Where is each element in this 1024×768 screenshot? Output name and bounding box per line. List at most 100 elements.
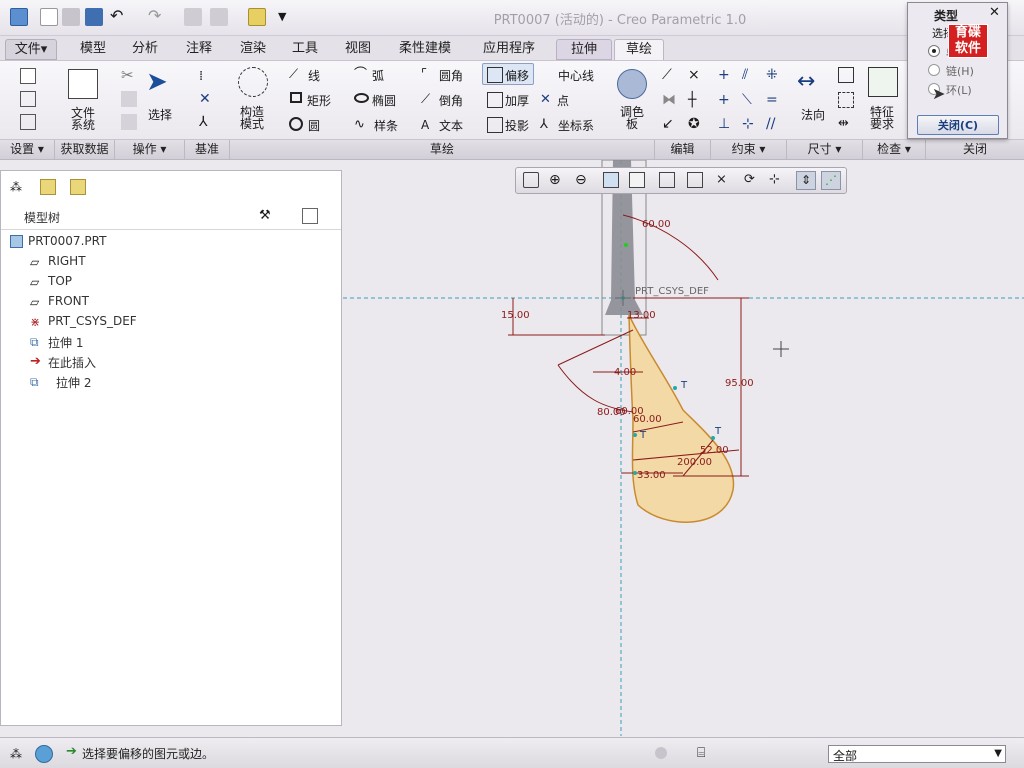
chamfer-icon[interactable]: ⟋ xyxy=(421,92,437,108)
save-icon[interactable] xyxy=(85,8,103,26)
tree-item-insert-here[interactable]: 在此插入 xyxy=(48,354,96,371)
vertical-constraint-icon[interactable]: + xyxy=(718,67,734,83)
project-button[interactable]: 投影 xyxy=(505,117,529,134)
equal-constraint-icon[interactable]: = xyxy=(766,92,782,108)
tab-sketch[interactable]: 草绘 xyxy=(614,39,664,60)
chamfer-button[interactable]: 倒角 xyxy=(439,92,463,109)
dialog-close-icon[interactable]: ✕ xyxy=(989,6,1000,19)
text-icon[interactable]: A xyxy=(421,117,437,133)
tree-item-top[interactable]: TOP xyxy=(48,274,72,288)
normal-dimension-icon[interactable]: ↔ xyxy=(797,67,827,97)
copy-icon[interactable] xyxy=(121,91,137,107)
view-manager-icon[interactable] xyxy=(687,172,703,188)
baseline-icon[interactable]: ⇹ xyxy=(838,116,854,132)
display-style-icon[interactable] xyxy=(629,172,645,188)
group-inspect[interactable]: 检查 ▾ xyxy=(863,140,926,160)
normal-dimension-button[interactable]: 法向 xyxy=(801,106,825,123)
datum-display-icon[interactable]: ⨯ xyxy=(716,172,732,188)
line-button[interactable]: 线 xyxy=(308,67,320,84)
thicken-icon[interactable] xyxy=(487,92,503,108)
divide-icon[interactable]: ┼ xyxy=(688,92,704,108)
tangent-constraint-icon[interactable]: ⫽ xyxy=(742,67,758,83)
csys-datum-icon[interactable]: ⅄ xyxy=(199,114,215,130)
radio-chain-label[interactable]: 链(H) xyxy=(946,63,974,79)
feature-requirements-button[interactable]: 特征 要求 xyxy=(870,106,894,130)
tree-item-part[interactable]: PRT0007.PRT xyxy=(28,234,106,248)
symmetric-constraint-icon[interactable]: ⁜ xyxy=(766,67,782,83)
tree-item-extrude-1[interactable]: 拉伸 1 xyxy=(48,334,83,351)
rotate-resize-icon[interactable]: ✪ xyxy=(688,116,704,132)
point-datum-icon[interactable]: ✕ xyxy=(199,91,215,107)
tree-item-right[interactable]: RIGHT xyxy=(48,254,86,268)
centerline-datum-icon[interactable]: ⁞ xyxy=(199,69,215,85)
select-arrow-icon[interactable]: ➤ xyxy=(146,67,176,97)
group-operations[interactable]: 操作 ▾ xyxy=(115,140,185,160)
annotation-display-icon[interactable]: ⊹ xyxy=(769,172,785,188)
favorites-tab-icon[interactable] xyxy=(70,179,86,195)
tree-item-front[interactable]: FRONT xyxy=(48,294,89,308)
tab-view[interactable]: 视图 xyxy=(335,39,381,60)
group-setup[interactable]: 设置 ▾ xyxy=(0,140,55,160)
palette-icon[interactable] xyxy=(617,69,647,99)
horizontal-constraint-icon[interactable]: + xyxy=(718,92,734,108)
model-tree-toggle-icon[interactable]: ⁂ xyxy=(10,746,26,762)
coordinate-system-button[interactable]: 坐标系 xyxy=(558,117,594,134)
tree-item-extrude-2[interactable]: 拉伸 2 xyxy=(56,374,91,391)
reference-dim-icon[interactable] xyxy=(838,92,854,108)
sketch-setup-icon[interactable] xyxy=(20,68,36,84)
zoom-out-icon[interactable]: ⊖ xyxy=(575,172,591,188)
delete-segment-icon[interactable]: ⨯ xyxy=(688,67,704,83)
constraint-display-icon[interactable]: ⋰ xyxy=(821,171,841,190)
tree-settings-icon[interactable]: ⚒ xyxy=(259,208,275,224)
regenerate-icon[interactable] xyxy=(184,8,202,26)
fillet-button[interactable]: 圆角 xyxy=(439,67,463,84)
tree-item-csys[interactable]: PRT_CSYS_DEF xyxy=(48,314,137,328)
customize-qat-icon[interactable]: ▼ xyxy=(278,8,296,26)
circle-button[interactable]: 圆 xyxy=(308,117,320,134)
tab-render[interactable]: 渲染 xyxy=(230,39,276,60)
tab-tools[interactable]: 工具 xyxy=(282,39,328,60)
tree-columns-icon[interactable] xyxy=(302,208,318,224)
browser-toggle-icon[interactable] xyxy=(35,745,53,763)
references-icon[interactable] xyxy=(20,91,36,107)
ellipse-icon[interactable] xyxy=(354,93,369,103)
radio-chain[interactable] xyxy=(928,64,940,76)
cut-icon[interactable]: ✂ xyxy=(121,67,137,83)
coincident-constraint-icon[interactable]: ⊹ xyxy=(742,116,758,132)
spline-button[interactable]: 样条 xyxy=(374,117,398,134)
paste-icon[interactable] xyxy=(121,114,137,130)
repaint-icon[interactable] xyxy=(603,172,619,188)
folder-browser-tab-icon[interactable] xyxy=(40,179,56,195)
saved-orientations-icon[interactable] xyxy=(659,172,675,188)
modify-icon[interactable]: ⟋ xyxy=(662,67,678,83)
palette-button[interactable]: 调色 板 xyxy=(620,106,644,130)
point-icon[interactable]: ✕ xyxy=(540,92,556,108)
mirror-icon[interactable]: ⧓ xyxy=(662,92,678,108)
dialog-close-button[interactable]: 关闭(C) xyxy=(917,115,999,135)
close-window-icon[interactable] xyxy=(248,8,266,26)
corner-icon[interactable]: ↙ xyxy=(662,116,678,132)
open-folder-icon[interactable] xyxy=(62,8,80,26)
ellipse-button[interactable]: 椭圆 xyxy=(372,92,396,109)
spline-icon[interactable]: ∿ xyxy=(354,117,370,133)
tab-applications[interactable]: 应用程序 xyxy=(472,39,546,60)
midpoint-constraint-icon[interactable]: ⟍ xyxy=(742,92,758,108)
fillet-icon[interactable]: ⌜ xyxy=(421,67,437,83)
model-tree-tab-icon[interactable]: ⁂ xyxy=(10,179,26,195)
graphics-area[interactable]: PRT_CSYS_DEF 60.00 13.00 15.00 4.00 80.0… xyxy=(343,160,1024,736)
windows-icon[interactable] xyxy=(210,8,228,26)
dimension-display-icon[interactable]: ⇕ xyxy=(796,171,816,190)
perimeter-icon[interactable] xyxy=(838,67,854,83)
chevron-down-icon[interactable]: ▼ xyxy=(994,748,1002,759)
tab-extrude[interactable]: 拉伸 xyxy=(556,39,612,60)
tab-annotate[interactable]: 注释 xyxy=(176,39,222,60)
sketch-view-icon[interactable] xyxy=(20,114,36,130)
line-icon[interactable]: ⟋ xyxy=(289,67,305,83)
project-icon[interactable] xyxy=(487,117,503,133)
file-system-icon[interactable] xyxy=(68,69,98,99)
thicken-button[interactable]: 加厚 xyxy=(505,92,529,109)
file-system-button[interactable]: 文件 系统 xyxy=(68,107,98,131)
rectangle-icon[interactable] xyxy=(290,92,302,103)
radio-single[interactable] xyxy=(928,45,940,57)
text-button[interactable]: 文本 xyxy=(439,117,463,134)
